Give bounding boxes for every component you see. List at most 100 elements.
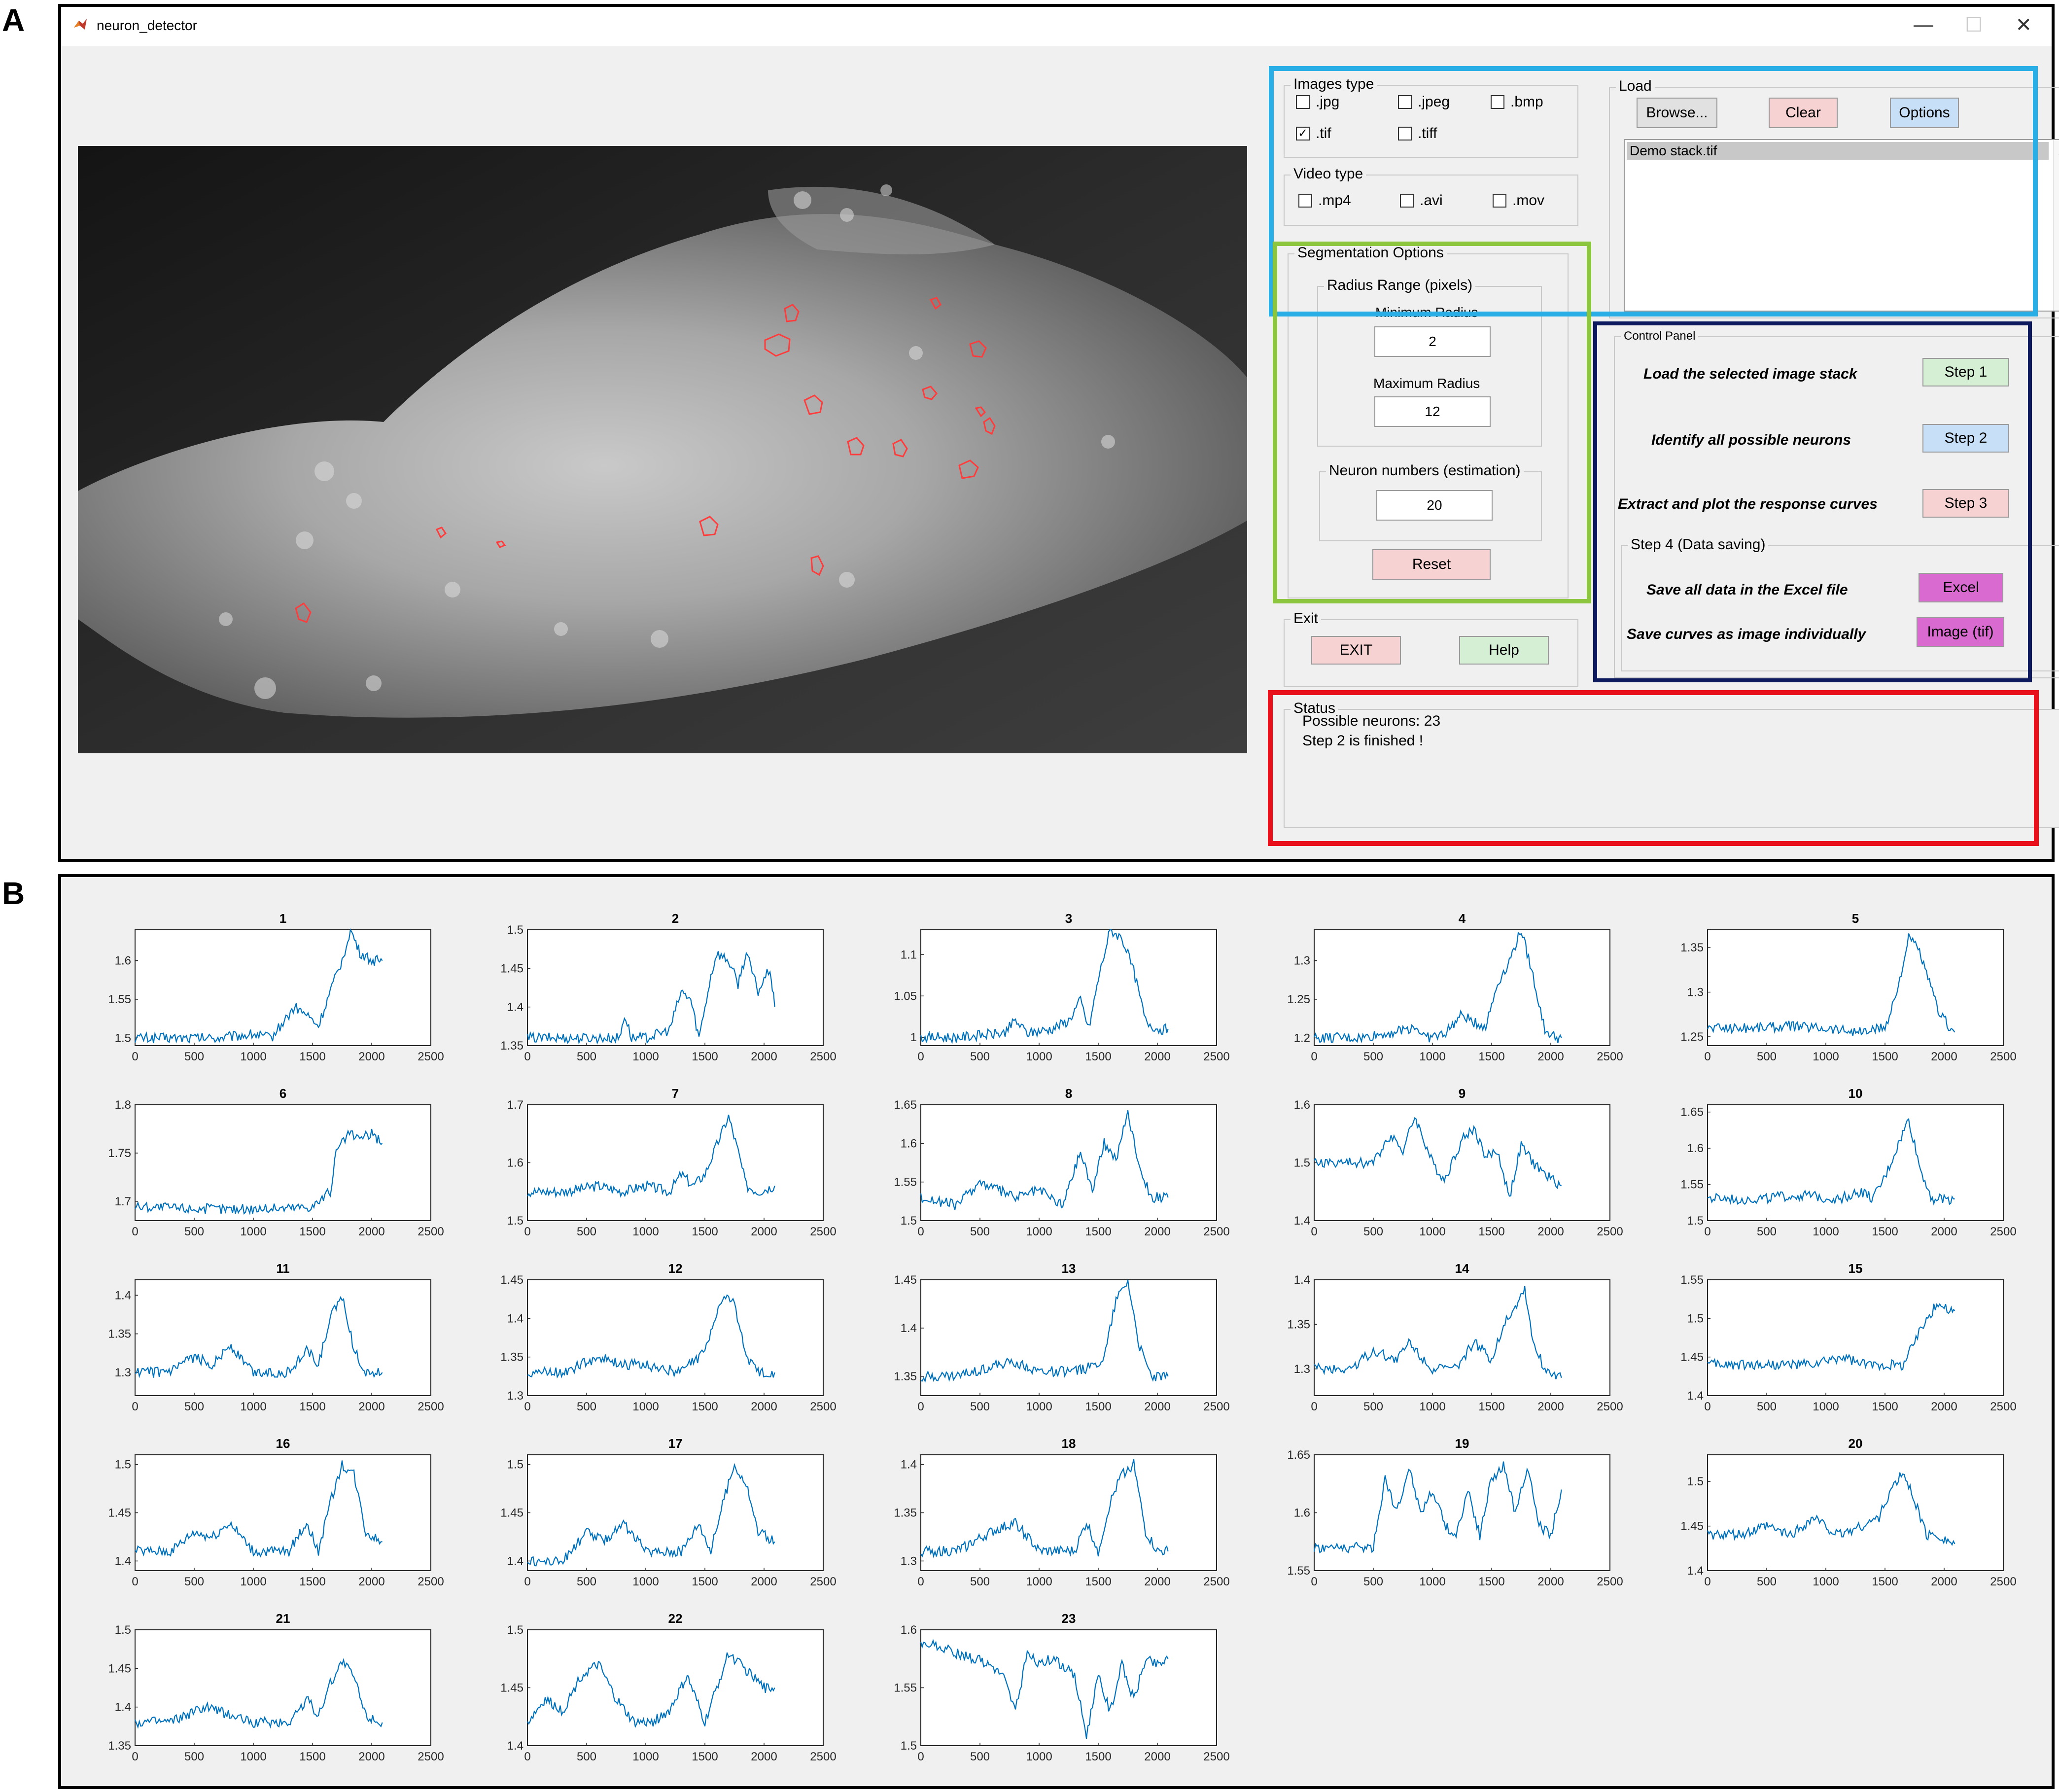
minimize-button[interactable]: — (1914, 14, 1933, 36)
help-button[interactable]: Help (1459, 636, 1549, 665)
subplot-title: 9 (1459, 1086, 1466, 1101)
x-tick-label: 0 (917, 1575, 924, 1588)
x-tick-label: 1500 (1085, 1225, 1111, 1238)
subplot-title: 21 (276, 1611, 290, 1626)
subplot-19: 19 0 500 1000 1500 2000 2500 1.55 1.6 1.65 (1287, 1436, 1623, 1588)
x-tick-label: 2500 (810, 1400, 836, 1413)
x-tick-label: 2000 (358, 1225, 384, 1238)
subplot-title: 2 (672, 911, 679, 926)
x-tick-label: 500 (1757, 1400, 1777, 1413)
y-tick-label: 1.65 (1287, 1448, 1310, 1462)
x-tick-label: 2500 (1597, 1050, 1623, 1063)
x-tick-label: 1000 (240, 1050, 266, 1063)
x-tick-label: 500 (970, 1225, 990, 1238)
x-tick-label: 2500 (418, 1400, 444, 1413)
x-tick-label: 2000 (751, 1225, 777, 1238)
y-tick-label: 1.45 (1680, 1351, 1704, 1364)
title-bar: neuron_detector — ☐ ✕ (61, 7, 2052, 46)
y-tick-label: 1.4 (507, 1312, 523, 1325)
exit-button[interactable]: EXIT (1311, 636, 1401, 665)
x-tick-label: 2500 (1597, 1225, 1623, 1238)
maximize-button[interactable]: ☐ (1965, 14, 1983, 36)
x-tick-label: 2500 (810, 1575, 836, 1588)
x-tick-label: 500 (970, 1750, 990, 1763)
y-tick-label: 1.6 (115, 954, 131, 968)
x-tick-label: 0 (1704, 1575, 1710, 1588)
x-tick-label: 1500 (1478, 1225, 1504, 1238)
y-tick-label: 1.5 (115, 1458, 131, 1472)
x-tick-label: 2500 (1203, 1225, 1229, 1238)
y-tick-label: 1.5 (1294, 1157, 1310, 1170)
x-tick-label: 0 (1311, 1575, 1317, 1588)
x-tick-label: 2000 (1144, 1575, 1170, 1588)
subplot-title: 18 (1062, 1436, 1076, 1451)
x-tick-label: 1500 (1085, 1750, 1111, 1763)
x-tick-label: 1000 (1419, 1225, 1445, 1238)
y-tick-label: 1.25 (1287, 993, 1310, 1006)
y-tick-label: 1.5 (507, 1458, 523, 1472)
axes-box (1707, 1454, 2004, 1571)
y-tick-label: 1.6 (901, 1623, 917, 1637)
subplot-21: 21 0 500 1000 1500 2000 2500 1.35 1.4 1.45 1.5 (108, 1611, 444, 1763)
panel-label-b: B (2, 876, 25, 911)
x-tick-label: 2000 (1144, 1225, 1170, 1238)
y-tick-label: 1.65 (1680, 1106, 1704, 1119)
x-tick-label: 1500 (1478, 1050, 1504, 1063)
y-tick-label: 1.35 (108, 1328, 131, 1341)
subplot-11: 11 0 500 1000 1500 2000 2500 1.3 1.35 1.4 (108, 1261, 444, 1413)
x-tick-label: 500 (577, 1225, 596, 1238)
axes-box (135, 1279, 431, 1396)
y-tick-label: 1.6 (1294, 1098, 1310, 1112)
close-button[interactable]: ✕ (2015, 14, 2032, 36)
x-tick-label: 2000 (358, 1400, 384, 1413)
x-tick-label: 500 (577, 1400, 596, 1413)
y-tick-label: 1.45 (500, 1273, 523, 1287)
y-tick-label: 1.3 (1687, 986, 1704, 999)
subplot-17: 17 0 500 1000 1500 2000 2500 1.4 1.45 1.5 (500, 1436, 836, 1588)
axes-box (527, 1104, 824, 1221)
x-tick-label: 2500 (1990, 1050, 2016, 1063)
x-tick-label: 2000 (1537, 1225, 1564, 1238)
axes-box (920, 929, 1217, 1046)
subplot-title: 22 (668, 1611, 683, 1626)
x-tick-label: 2500 (810, 1750, 836, 1763)
curves-svg: 10 500 1000 1500 2000 25001.51.551.620 500 1000… (108, 911, 2016, 1763)
axes-box (135, 929, 431, 1046)
x-tick-label: 500 (184, 1750, 204, 1763)
y-tick-label: 1.45 (500, 1507, 523, 1520)
x-tick-label: 1000 (240, 1575, 266, 1588)
x-tick-label: 1500 (299, 1225, 325, 1238)
y-tick-label: 1.65 (894, 1098, 917, 1112)
x-tick-label: 0 (132, 1400, 138, 1413)
x-tick-label: 0 (524, 1225, 530, 1238)
matlab-icon (74, 19, 87, 30)
y-tick-label: 1.5 (1687, 1312, 1704, 1325)
x-tick-label: 2000 (1537, 1400, 1564, 1413)
subplot-13: 13 0 500 1000 1500 2000 2500 1.35 1.4 1.45 (894, 1261, 1229, 1413)
x-tick-label: 1500 (692, 1050, 718, 1063)
x-tick-label: 2500 (418, 1050, 444, 1063)
y-tick-label: 1.4 (507, 1001, 523, 1014)
listbox-scrollbar[interactable]: ︿ ﹀ (2053, 140, 2059, 311)
subplot-22: 22 0 500 1000 1500 2000 2500 1.4 1.45 1.5 (500, 1611, 836, 1763)
control-highlight-box (1593, 321, 2032, 682)
axes-box (920, 1104, 1217, 1221)
y-tick-label: 1.75 (108, 1147, 131, 1160)
axes-box (527, 929, 824, 1046)
x-tick-label: 1500 (1478, 1400, 1504, 1413)
subplot-title: 7 (672, 1086, 679, 1101)
window-title: neuron_detector (97, 18, 197, 33)
y-tick-label: 1.3 (115, 1366, 131, 1379)
axes-box (135, 1104, 431, 1221)
x-tick-label: 1000 (1026, 1050, 1052, 1063)
y-tick-label: 1.4 (901, 1322, 917, 1335)
x-tick-label: 2500 (418, 1750, 444, 1763)
x-tick-label: 0 (132, 1225, 138, 1238)
x-tick-label: 2000 (751, 1400, 777, 1413)
x-tick-label: 2000 (751, 1050, 777, 1063)
y-tick-label: 1.5 (507, 923, 523, 937)
y-tick-label: 1.35 (1680, 941, 1704, 954)
axes-box (920, 1454, 1217, 1571)
x-tick-label: 1500 (692, 1400, 718, 1413)
panel-label-a: A (2, 2, 25, 38)
